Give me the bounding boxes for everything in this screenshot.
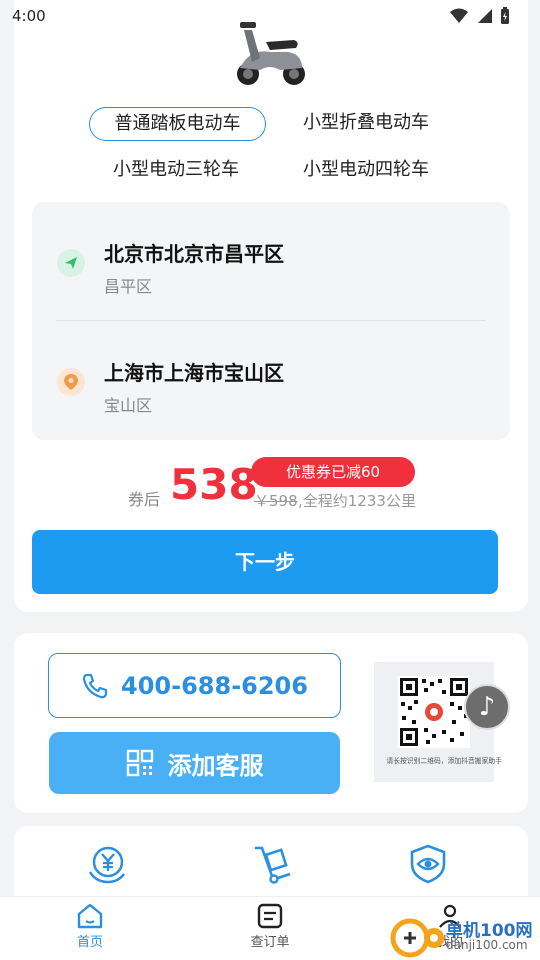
danji100-watermark: 单机100网 danji100.com bbox=[390, 912, 540, 960]
destination-city[interactable]: 上海市上海市宝山区 bbox=[104, 357, 284, 386]
phone-icon bbox=[82, 673, 108, 698]
origin-district: 昌平区 bbox=[104, 277, 153, 296]
phone-number: 400-688-6206 bbox=[121, 671, 308, 700]
destination-district: 宝山区 bbox=[104, 396, 153, 415]
qr-code-image bbox=[398, 676, 470, 748]
watermark-logo bbox=[390, 918, 444, 958]
qr-code-icon bbox=[126, 749, 153, 777]
music-note-icon[interactable]: ♪ bbox=[464, 684, 510, 730]
destination-dot bbox=[57, 368, 85, 396]
home-icon bbox=[77, 903, 103, 929]
yuan-coin-icon[interactable] bbox=[86, 842, 130, 886]
vehicle-type-tricycle[interactable]: 小型电动三轮车 bbox=[96, 154, 256, 188]
vehicle-type-folding[interactable]: 小型折叠电动车 bbox=[286, 107, 446, 141]
order-list-icon bbox=[257, 903, 283, 929]
send-icon bbox=[65, 257, 77, 269]
status-icons bbox=[450, 7, 510, 25]
add-service-label: 添加客服 bbox=[167, 751, 264, 780]
watermark-url: danji100.com bbox=[446, 938, 528, 952]
nav-orders[interactable]: 查订单 bbox=[230, 903, 310, 950]
distance-note: ,全程约1233公里 bbox=[298, 492, 416, 510]
hand-truck-icon[interactable] bbox=[250, 842, 294, 886]
nav-orders-label: 查订单 bbox=[250, 935, 290, 950]
price-value: 538 bbox=[170, 460, 258, 509]
origin-city[interactable]: 北京市北京市昌平区 bbox=[104, 238, 284, 267]
coupon-badge: 优惠券已减60 bbox=[251, 457, 415, 487]
status-time: 4:00 bbox=[12, 7, 46, 25]
add-service-button[interactable]: 添加客服 bbox=[49, 732, 340, 794]
shield-icon[interactable] bbox=[406, 842, 450, 886]
price-prefix: 券后 bbox=[128, 490, 161, 509]
origin-dot bbox=[57, 249, 85, 277]
signal-icon bbox=[478, 9, 492, 23]
wifi-icon bbox=[450, 8, 468, 23]
phone-button[interactable]: 400-688-6206 bbox=[48, 653, 341, 718]
vehicle-type-scooter[interactable]: 普通踏板电动车 bbox=[89, 107, 266, 141]
vehicle-type-quadricycle[interactable]: 小型电动四轮车 bbox=[286, 154, 446, 188]
nav-home-label: 首页 bbox=[76, 935, 103, 950]
location-pin-icon bbox=[64, 374, 78, 390]
nav-home[interactable]: 首页 bbox=[50, 903, 130, 950]
next-step-button[interactable]: 下一步 bbox=[32, 530, 498, 594]
status-bar: 4:00 bbox=[0, 0, 540, 32]
original-price: ￥598 bbox=[254, 492, 298, 510]
battery-icon bbox=[501, 7, 509, 24]
route-divider bbox=[56, 320, 486, 321]
qr-caption: 请长按识别二维码，添加抖音搬家助手 bbox=[386, 756, 502, 765]
